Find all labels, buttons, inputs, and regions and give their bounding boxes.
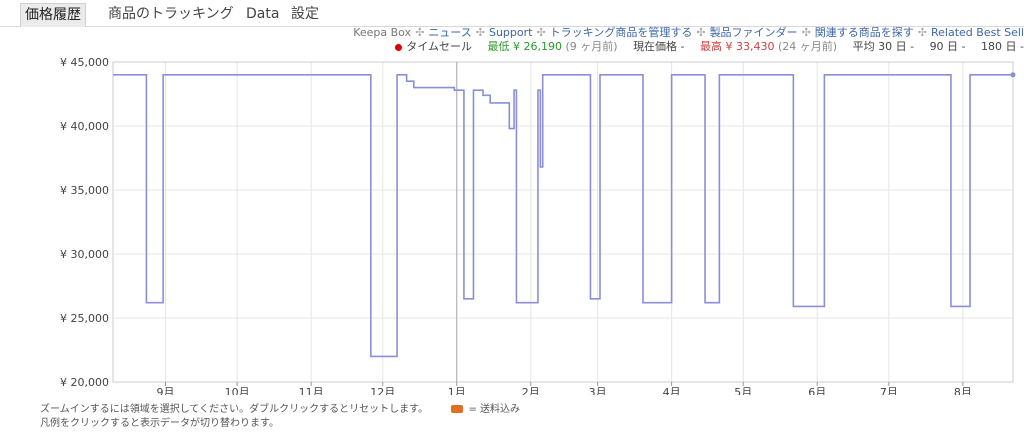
y-tick-label: ¥ 25,000 bbox=[60, 312, 109, 325]
y-tick-label: ¥ 40,000 bbox=[60, 120, 109, 133]
x-tick-label: 6月 bbox=[808, 386, 826, 395]
x-tick-label: 8月 bbox=[954, 386, 972, 395]
x-tick-label: 9月 bbox=[157, 386, 175, 395]
x-tick-label: 12月 bbox=[370, 386, 395, 395]
x-tick-label: 5月 bbox=[734, 386, 752, 395]
grid bbox=[112, 61, 1014, 383]
price-series-line bbox=[113, 74, 1013, 358]
truck-icon bbox=[451, 405, 464, 413]
x-tick-label: 7月 bbox=[880, 386, 898, 395]
y-tick-label: ¥ 30,000 bbox=[60, 248, 109, 261]
y-tick-label: ¥ 45,000 bbox=[60, 56, 109, 69]
plot-border bbox=[112, 61, 1014, 383]
footer-hint-1: ズームインするには領域を選択してください。ダブルクリックするとリセットします。 … bbox=[40, 400, 520, 415]
shipping-note: = 送料込み bbox=[449, 404, 520, 415]
x-tick-label: 10月 bbox=[225, 386, 250, 395]
y-axis: ¥ 20,000 ¥ 25,000 ¥ 30,000 ¥ 35,000 ¥ 40,000… bbox=[60, 56, 109, 389]
x-axis: 9月 10月 11月 12月 1月 2月 3月 4月 5月 6月 7月 8月 bbox=[157, 382, 972, 395]
footer-hint-2: 凡例をクリックすると表示データが切り替わります。 bbox=[40, 418, 279, 429]
x-tick-label: 11月 bbox=[299, 386, 324, 395]
series-end-point bbox=[1010, 72, 1016, 78]
x-tick-label: 3月 bbox=[589, 386, 607, 395]
y-tick-label: ¥ 35,000 bbox=[60, 184, 109, 197]
shipping-note-text: = 送料込み bbox=[468, 404, 521, 415]
x-tick-label: 4月 bbox=[663, 386, 681, 395]
price-chart[interactable]: ¥ 20,000 ¥ 25,000 ¥ 30,000 ¥ 35,000 ¥ 40,000… bbox=[0, 0, 1024, 395]
x-tick-label: 1月 bbox=[448, 386, 466, 395]
x-tick-label: 2月 bbox=[522, 386, 540, 395]
y-tick-label: ¥ 20,000 bbox=[60, 376, 109, 389]
